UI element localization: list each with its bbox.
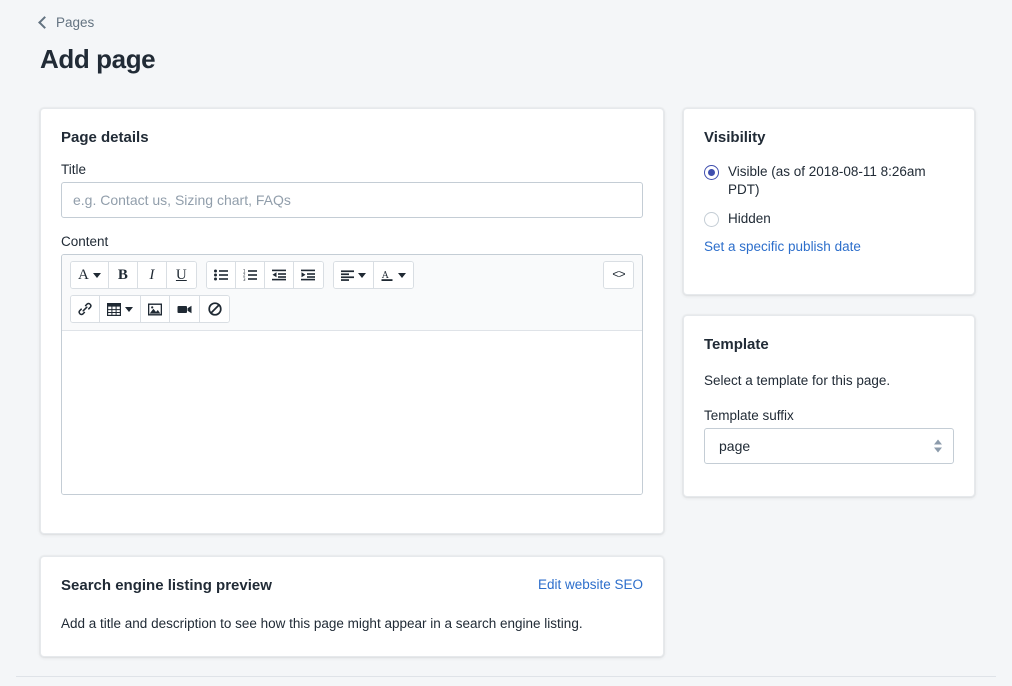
no-symbol-icon [208,302,222,316]
chevron-left-icon [38,16,51,29]
align-dropdown[interactable] [334,262,374,288]
visibility-heading: Visibility [704,129,954,146]
list-indent-group: 1 2 3 [206,261,324,289]
underline-icon: U [176,267,187,284]
edit-website-seo-link[interactable]: Edit website SEO [538,577,643,592]
editor-toolbar-row-1: A B I U [70,261,634,289]
template-suffix-select-wrapper: page [704,428,954,464]
align-left-icon [341,270,354,281]
bulleted-list-button[interactable] [207,262,236,288]
content-field-label: Content [61,234,643,249]
page-title: Add page [40,44,155,75]
template-suffix-select[interactable]: page [704,428,954,464]
editor-toolbar: A B I U [62,255,642,331]
radio-option-hidden[interactable]: Hidden [704,210,954,228]
radio-visible-label: Visible (as of 2018-08-11 8:26am PDT) [728,163,954,199]
outdent-button[interactable] [265,262,294,288]
image-icon [148,303,162,316]
font-style-dropdown[interactable]: A [71,262,109,288]
editor-content-area[interactable] [62,331,642,494]
seo-description: Add a title and description to see how t… [61,614,643,634]
rich-text-editor: A B I U [61,254,643,495]
outdent-icon [272,269,286,281]
underline-button[interactable]: U [167,262,196,288]
breadcrumb-back-to-pages[interactable]: Pages [40,15,94,30]
numbered-list-icon: 1 2 3 [243,269,257,281]
radio-visible-icon[interactable] [704,165,719,180]
visibility-card: Visibility Visible (as of 2018-08-11 8:2… [683,108,975,295]
bulleted-list-icon [214,269,228,281]
page-details-card: Page details Title Content A [40,108,664,534]
radio-hidden-label: Hidden [728,210,771,228]
font-a-icon: A [78,267,89,284]
title-input[interactable] [61,182,643,218]
code-group: <> [603,261,634,289]
insert-table-dropdown[interactable] [100,296,141,322]
chevron-down-icon [358,273,366,278]
bold-button[interactable]: B [109,262,138,288]
seo-card-header: Search engine listing preview Edit websi… [61,577,643,594]
text-color-dropdown[interactable]: A [374,262,413,288]
template-card: Template Select a template for this page… [683,315,975,497]
breadcrumb-label: Pages [56,15,94,30]
add-page-screen: Pages Add page Page details Title Conten… [0,0,1012,686]
table-icon [107,303,121,316]
italic-button[interactable]: I [138,262,167,288]
italic-icon: I [149,267,154,284]
insert-group [70,295,230,323]
template-heading: Template [704,336,954,353]
html-code-button[interactable]: <> [604,262,633,288]
video-camera-icon [177,304,192,315]
text-format-group: A B I U [70,261,197,289]
svg-text:3: 3 [243,277,246,281]
bold-icon: B [118,267,128,284]
numbered-list-button[interactable]: 1 2 3 [236,262,265,288]
insert-video-button[interactable] [170,296,200,322]
chevron-down-icon [398,273,406,278]
title-field-label: Title [61,162,643,177]
indent-button[interactable] [294,262,323,288]
chevron-down-icon [125,307,133,312]
link-icon [78,302,92,316]
editor-toolbar-row-2 [70,295,634,323]
set-publish-date-link[interactable]: Set a specific publish date [704,239,954,254]
radio-hidden-icon[interactable] [704,212,719,227]
radio-option-visible[interactable]: Visible (as of 2018-08-11 8:26am PDT) [704,163,954,199]
insert-link-button[interactable] [71,296,100,322]
indent-icon [301,269,315,281]
text-color-icon: A [381,269,394,282]
bottom-divider [16,676,996,677]
template-suffix-label: Template suffix [704,408,954,423]
insert-image-button[interactable] [141,296,170,322]
clear-formatting-button[interactable] [200,296,229,322]
template-description: Select a template for this page. [704,371,954,391]
align-color-group: A [333,261,414,289]
chevron-down-icon [93,273,101,278]
seo-heading: Search engine listing preview [61,577,272,594]
page-details-heading: Page details [61,129,643,146]
seo-preview-card: Search engine listing preview Edit websi… [40,556,664,657]
